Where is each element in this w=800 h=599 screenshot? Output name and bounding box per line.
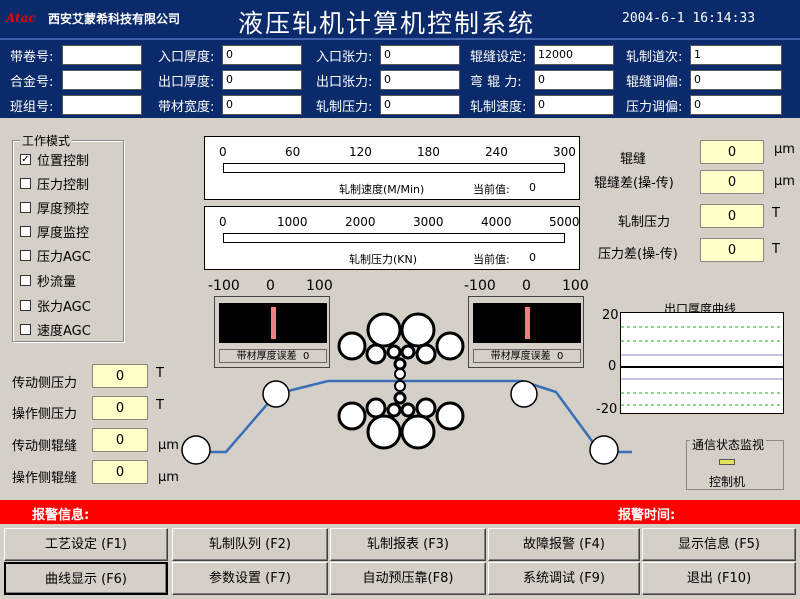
parameter-setting-button[interactable]: 参数设置 (F7) (172, 562, 328, 595)
curve-tick: -20 (596, 402, 618, 417)
display-info-button[interactable]: 显示信息 (F5) (642, 528, 796, 561)
alarm-bar: 报警信息: 报警时间: (0, 500, 800, 524)
rolling-mill-diagram (181, 312, 632, 465)
right-deflector-roll (510, 380, 538, 408)
curve-tick: 0 (608, 359, 617, 374)
rolling-queue-button[interactable]: 轧制队列 (F2) (172, 528, 328, 561)
curve-grid (621, 326, 783, 406)
left-deflector-roll (262, 380, 290, 408)
process-setting-button[interactable]: 工艺设定 (F1) (4, 528, 168, 561)
fault-alarm-button[interactable]: 故障报警 (F4) (488, 528, 640, 561)
upper-roll-stack (337, 312, 465, 371)
comm-indicator-icon (719, 459, 735, 465)
exit-thickness-curve (620, 312, 784, 414)
auto-preload-button[interactable]: 自动预压靠(F8) (330, 562, 486, 595)
right-coiler-roll (589, 435, 619, 465)
lower-roll-stack (337, 391, 465, 450)
system-debug-button[interactable]: 系统调试 (F9) (488, 562, 640, 595)
curve-tick: 20 (602, 308, 619, 323)
comm-control-label: 控制机 (709, 475, 746, 489)
exit-button[interactable]: 退出 (F10) (642, 562, 796, 595)
left-coiler-roll (181, 435, 211, 465)
comm-status-title: 通信状态监视 (690, 436, 767, 453)
rolling-report-button[interactable]: 轧制报表 (F3) (330, 528, 486, 561)
alarm-time-label: 报警时间: (618, 508, 676, 523)
curve-display-button[interactable]: 曲线显示 (F6) (4, 562, 168, 595)
alarm-info-label: 报警信息: (32, 508, 90, 523)
